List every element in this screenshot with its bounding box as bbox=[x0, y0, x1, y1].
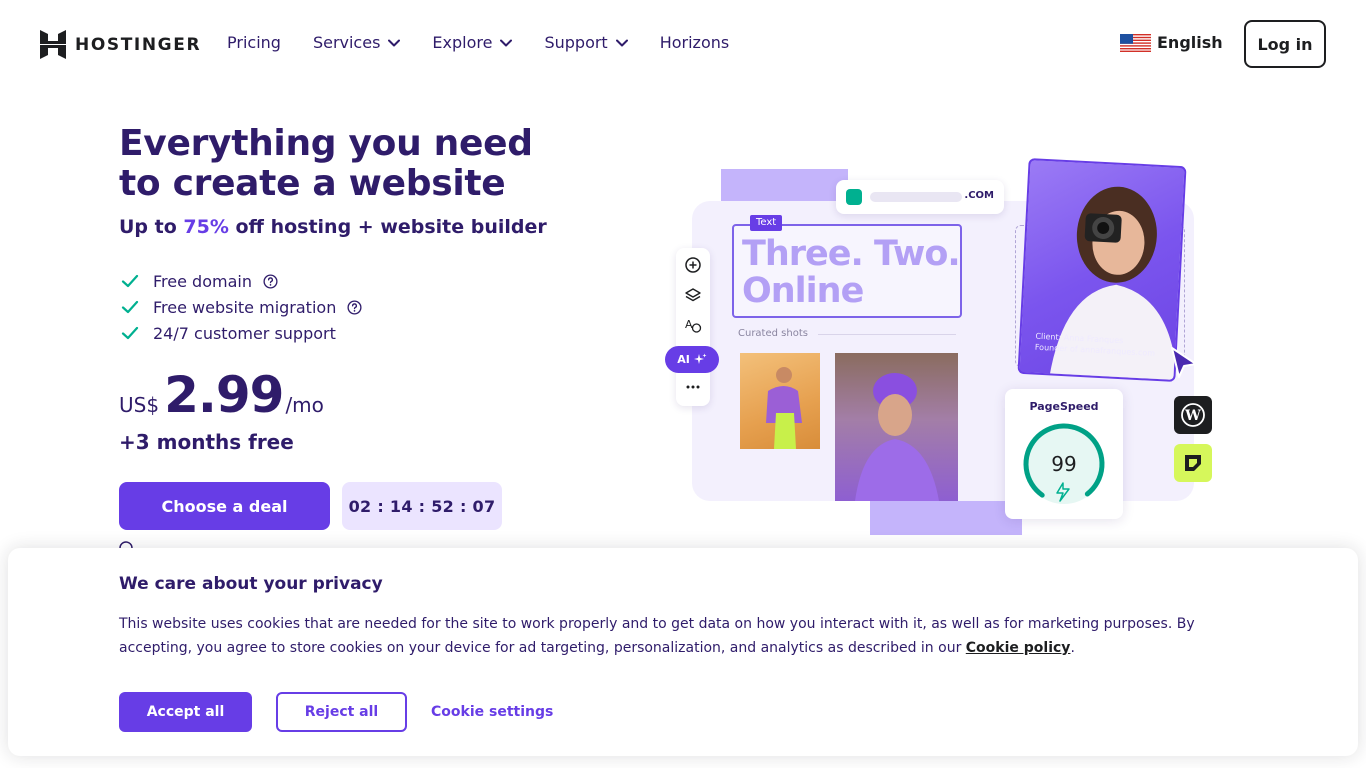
nav-item-label: Explore bbox=[432, 33, 493, 52]
cursor-icon bbox=[1171, 347, 1197, 378]
choose-deal-button[interactable]: Choose a deal bbox=[119, 482, 330, 530]
pagespeed-score: 99 bbox=[1051, 452, 1076, 476]
divider bbox=[818, 334, 956, 335]
cookie-settings-button[interactable]: Cookie settings bbox=[431, 692, 553, 732]
text-badge: Text bbox=[750, 215, 783, 231]
bonus-months: +3 months free bbox=[119, 430, 294, 454]
hero-illustration: A AI .COM Text Three. Two. Online Curate… bbox=[660, 158, 1220, 540]
price-period: /mo bbox=[285, 393, 324, 417]
nav-item-label: Support bbox=[544, 33, 608, 52]
language-selector[interactable]: English bbox=[1120, 33, 1223, 52]
portrait-photo bbox=[835, 353, 958, 501]
feature-label: Free website migration bbox=[153, 297, 337, 317]
ai-label: AI bbox=[677, 353, 690, 366]
chevron-down-icon bbox=[388, 39, 401, 46]
reject-all-button[interactable]: Reject all bbox=[276, 692, 407, 732]
person-illustration bbox=[855, 373, 939, 501]
nav-item-services[interactable]: Services bbox=[312, 33, 401, 52]
headline-line: Three. Two. bbox=[742, 234, 961, 274]
editor-toolbar: A bbox=[676, 248, 710, 406]
svg-text:A: A bbox=[685, 318, 693, 331]
url-tld: .COM bbox=[964, 190, 994, 201]
check-icon bbox=[121, 326, 139, 340]
person-illustration bbox=[766, 367, 802, 449]
fashion-photo bbox=[740, 353, 820, 449]
horizons-icon bbox=[1174, 444, 1212, 482]
headline-line: Online bbox=[742, 271, 864, 311]
main-nav: Pricing Services Explore Support Horizon… bbox=[227, 33, 761, 52]
pagespeed-gauge: 99 bbox=[1023, 423, 1105, 504]
site-header: HOSTINGER Pricing Services Explore Suppo… bbox=[0, 0, 1366, 88]
feature-label: Free domain bbox=[153, 271, 252, 291]
subtitle-prefix: Up to bbox=[119, 216, 184, 238]
nav-item-horizons[interactable]: Horizons bbox=[660, 33, 730, 52]
sparkle-icon bbox=[693, 353, 707, 364]
cookie-policy-link[interactable]: Cookie policy bbox=[966, 640, 1071, 656]
us-flag-icon bbox=[1120, 33, 1151, 52]
client-portrait: Client: Anna Franques Founder of annafra… bbox=[1017, 158, 1187, 382]
help-icon[interactable] bbox=[347, 299, 362, 315]
lock-icon bbox=[846, 189, 862, 205]
hero-subtitle: Up to 75% off hosting + website builder bbox=[119, 216, 547, 238]
nav-item-support[interactable]: Support bbox=[544, 33, 628, 52]
chevron-down-icon bbox=[615, 39, 628, 46]
feature-list: Free domain Free website migration 24/7 … bbox=[121, 268, 362, 346]
ai-button: AI bbox=[665, 346, 719, 373]
subtitle-suffix: off hosting + website builder bbox=[228, 216, 547, 238]
wordpress-icon: W bbox=[1174, 396, 1212, 434]
check-icon bbox=[121, 274, 139, 288]
cookie-text-end: . bbox=[1070, 640, 1075, 656]
cookie-title: We care about your privacy bbox=[119, 574, 383, 594]
countdown-timer: 02 : 14 : 52 : 07 bbox=[342, 482, 502, 530]
nav-item-pricing[interactable]: Pricing bbox=[227, 33, 281, 52]
url-bar: .COM bbox=[836, 180, 1004, 214]
price: US$ 2.99 /mo bbox=[119, 366, 324, 424]
pagespeed-card: PageSpeed 99 bbox=[1005, 389, 1123, 519]
nav-item-label: Services bbox=[312, 33, 381, 52]
styles-icon: A bbox=[685, 318, 702, 333]
url-placeholder bbox=[870, 192, 962, 202]
language-label: English bbox=[1157, 33, 1223, 52]
curated-label: Curated shots bbox=[738, 328, 808, 339]
check-icon bbox=[121, 300, 139, 314]
decor-shape bbox=[870, 501, 1022, 535]
price-currency: US$ bbox=[119, 393, 160, 417]
illustration-headline: Three. Two. Online bbox=[742, 234, 961, 311]
feature-item: Free domain bbox=[121, 268, 362, 294]
more-icon bbox=[686, 385, 700, 389]
layers-icon bbox=[685, 288, 701, 302]
hero-title: Everything you need to create a website bbox=[119, 123, 533, 204]
cookie-banner: We care about your privacy This website … bbox=[8, 548, 1358, 756]
feature-item: Free website migration bbox=[121, 294, 362, 320]
accept-all-button[interactable]: Accept all bbox=[119, 692, 252, 732]
brand-name: HOSTINGER bbox=[75, 34, 202, 55]
chevron-down-icon bbox=[500, 39, 513, 46]
price-amount: 2.99 bbox=[164, 366, 284, 424]
pagespeed-label: PageSpeed bbox=[1029, 400, 1099, 413]
hostinger-logo[interactable]: HOSTINGER bbox=[40, 30, 201, 59]
nav-item-label: Horizons bbox=[659, 33, 730, 52]
feature-item: 24/7 customer support bbox=[121, 320, 362, 346]
hostinger-logo-icon bbox=[40, 30, 66, 59]
cookie-description: This website uses cookies that are neede… bbox=[119, 612, 1259, 660]
discount-percent: 75% bbox=[183, 216, 229, 238]
decor-shape bbox=[721, 169, 848, 201]
svg-text:W: W bbox=[1184, 408, 1201, 424]
help-icon[interactable] bbox=[263, 273, 278, 289]
add-icon bbox=[685, 257, 701, 273]
feature-label: 24/7 customer support bbox=[153, 323, 336, 343]
login-button[interactable]: Log in bbox=[1244, 20, 1326, 68]
nav-item-label: Pricing bbox=[227, 33, 281, 52]
nav-item-explore[interactable]: Explore bbox=[432, 33, 513, 52]
